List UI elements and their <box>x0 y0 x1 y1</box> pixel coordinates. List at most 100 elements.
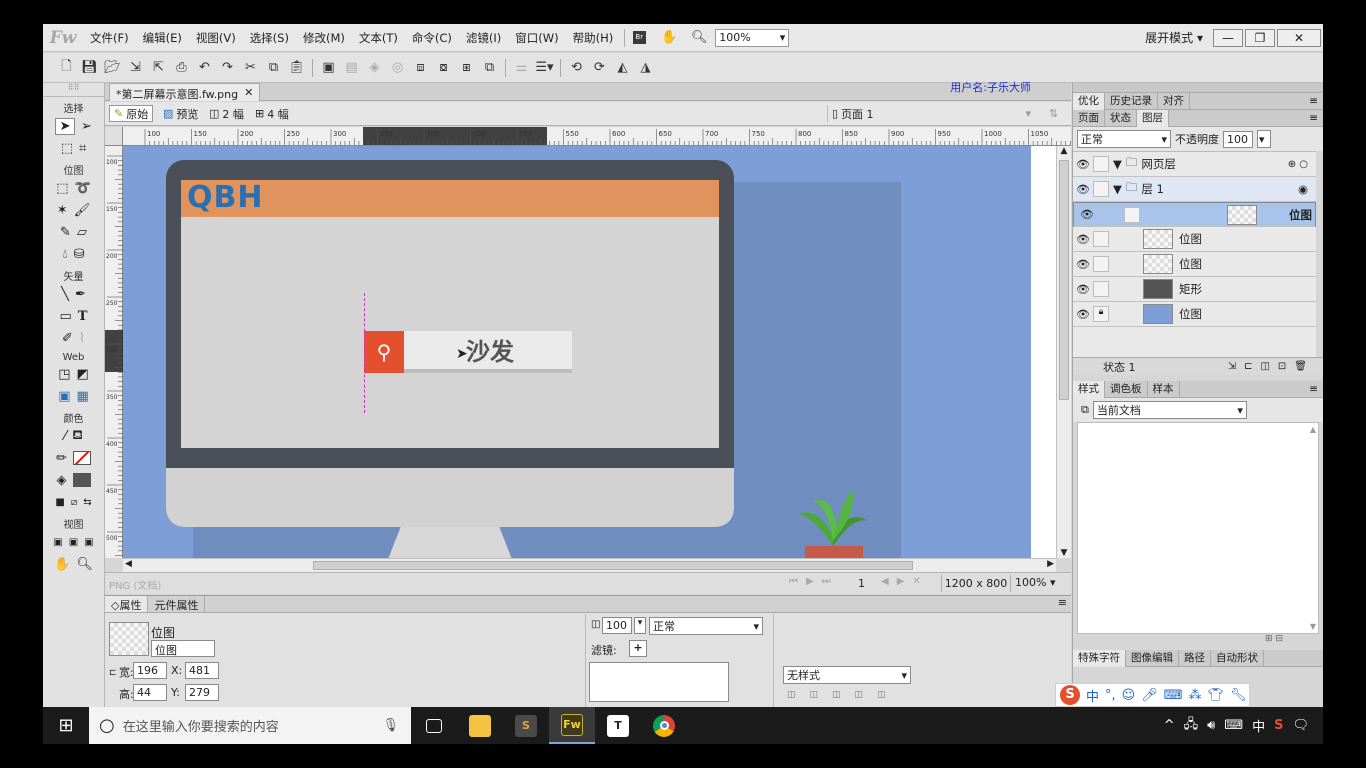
brush-tool-icon[interactable]: 🖌︎ <box>74 203 91 218</box>
bridge-button[interactable]: Br <box>629 29 649 47</box>
combine-icon[interactable]: ◈ <box>363 57 386 79</box>
bring-forward-icon[interactable]: ⧇ <box>432 57 455 79</box>
tab-special-chars[interactable]: 特殊字符 <box>1073 649 1126 667</box>
expand-arrow-icon[interactable]: ▼ <box>1113 182 1122 196</box>
open-icon[interactable]: 📂︎ <box>101 57 124 79</box>
lock-toggle[interactable] <box>1093 231 1109 247</box>
scale-tool-icon[interactable]: ⬚ <box>61 141 73 156</box>
copy-icon[interactable]: ⧉ <box>262 57 285 79</box>
menu-file[interactable]: 文件(F) <box>83 30 136 46</box>
layer-row-web[interactable]: 👁︎ ▼ 🗀 网页层 ⊕ ○ <box>1073 152 1316 177</box>
frame-controls-icon[interactable]: ⏮▶⏭ <box>789 576 839 587</box>
vertical-scroll-thumb[interactable] <box>1059 160 1069 400</box>
print-icon[interactable]: ⎙ <box>170 57 193 79</box>
blur-tool-icon[interactable]: 💧︎ <box>62 247 67 262</box>
scroll-left-icon[interactable]: ◀ <box>125 559 132 569</box>
visibility-eye-icon[interactable]: 👁︎ <box>1073 183 1093 196</box>
redo-icon[interactable]: ↷ <box>216 57 239 79</box>
pencil-tool-icon[interactable]: ✎ <box>60 225 71 240</box>
menu-window[interactable]: 窗口(W) <box>508 30 565 46</box>
taskbar-search[interactable]: ○ 在这里输入你要搜索的内容 🎙︎ <box>89 707 411 744</box>
tab-properties[interactable]: ◇属性 <box>105 596 149 612</box>
eraser-tool-icon[interactable]: ▱ <box>77 225 87 240</box>
zoom-tool-icon[interactable]: 🔍︎ <box>76 557 93 572</box>
union-icon[interactable]: ◎ <box>386 57 409 79</box>
ungroup-icon[interactable]: ▤ <box>340 57 363 79</box>
frame-nav-icon[interactable]: ◀▶✕ <box>881 576 929 587</box>
hand-tool-icon[interactable]: ✋ <box>659 29 679 47</box>
height-field[interactable]: 44 <box>133 684 167 701</box>
minimize-button[interactable]: — <box>1213 28 1243 47</box>
tab-image-edit[interactable]: 图像编辑 <box>1126 649 1179 667</box>
close-tab-icon[interactable]: ✕ <box>244 86 253 99</box>
volume-icon[interactable]: 🔊︎ <box>1207 718 1215 733</box>
pointer-tool-icon[interactable]: ➤ <box>55 117 76 135</box>
taskbar-app-fireworks[interactable]: Fw <box>549 707 595 744</box>
view-original-button[interactable]: ✎ 原始 <box>109 105 154 122</box>
visibility-eye-icon[interactable]: 👁︎ <box>1073 158 1093 171</box>
scroll-right-icon[interactable]: ▶ <box>1047 559 1054 569</box>
tab-layers[interactable]: 图层 <box>1137 109 1169 127</box>
stamp-tool-icon[interactable]: ⛁ <box>74 247 85 262</box>
standard-screen-icon[interactable]: ▣ <box>53 537 62 548</box>
layer-row-rect[interactable]: 👁︎ 矩形 <box>1073 277 1316 302</box>
network-icon[interactable]: 🖧︎ <box>1184 715 1199 737</box>
styles-actions-icon[interactable]: ⊞ ⊟ <box>1073 634 1323 650</box>
tray-ime-label[interactable]: 中 <box>1252 716 1265 735</box>
zoom-select[interactable]: 100% ▾ <box>715 28 790 47</box>
magic-wand-icon[interactable]: ✶ <box>57 203 68 218</box>
visibility-eye-icon[interactable]: 👁︎ <box>1073 308 1093 321</box>
visibility-eye-icon[interactable]: 👁︎ <box>1077 208 1097 221</box>
taskbar-app-typora[interactable]: T <box>595 707 641 744</box>
distribute-icon[interactable]: ⚌ <box>510 57 533 79</box>
menu-text[interactable]: 文本(T) <box>352 30 405 46</box>
scroll-up-icon[interactable]: ▲ <box>1310 425 1316 434</box>
layer-row-bitmap[interactable]: 👁︎ 位图 <box>1073 227 1316 252</box>
menu-help[interactable]: 帮助(H) <box>566 30 621 46</box>
lock-toggle[interactable] <box>1093 156 1109 172</box>
ime-mode-label[interactable]: 中 <box>1086 686 1099 705</box>
taskbar-app-chrome[interactable] <box>641 707 687 744</box>
close-button[interactable]: ✕ <box>1277 28 1321 47</box>
width-field[interactable]: 196 <box>133 662 167 679</box>
hide-slices-icon[interactable]: ▣ <box>58 389 70 404</box>
workspace-switcher[interactable]: 展开模式 ▾ <box>1145 29 1203 46</box>
visibility-eye-icon[interactable]: 👁︎ <box>1073 233 1093 246</box>
horizontal-scrollbar[interactable]: ◀ ▶ <box>123 558 1056 572</box>
view-preview-button[interactable]: ▨ 预览 <box>159 105 202 122</box>
visibility-eye-icon[interactable]: 👁︎ <box>1073 283 1093 296</box>
layer-opacity-field[interactable]: 100 <box>1223 130 1253 148</box>
tab-align[interactable]: 对齐 <box>1158 92 1190 110</box>
punctuation-icon[interactable]: °, <box>1105 688 1116 703</box>
line-tool-icon[interactable]: ╲ <box>61 287 69 302</box>
send-back-icon[interactable]: ⧉ <box>478 57 501 79</box>
lock-icon[interactable]: 🔒︎ <box>1093 306 1109 322</box>
canvas-size[interactable]: 1200 x 800 <box>941 575 1011 592</box>
layer-row-layer1[interactable]: 👁︎ ▼ 🗀 层 1 ◉ <box>1073 177 1316 202</box>
menu-filters[interactable]: 滤镜(I) <box>459 30 508 46</box>
link-icon[interactable]: ⊏ <box>109 668 117 678</box>
apps-icon[interactable]: ⁂ <box>1189 688 1202 703</box>
align-icon[interactable]: ☰▾ <box>533 57 556 79</box>
lock-toggle[interactable] <box>1123 206 1140 223</box>
layer-row-bitmap-locked[interactable]: 👁︎ 🔒︎ 位图 <box>1073 302 1316 327</box>
lasso-tool-icon[interactable]: ➰ <box>75 181 91 196</box>
rotate-right-icon[interactable]: ⟳ <box>588 57 611 79</box>
vertical-scrollbar[interactable]: ▲ ▼ <box>1056 146 1071 558</box>
new-file-icon[interactable]: 🗋 <box>55 57 78 79</box>
layer-row-bitmap[interactable]: 👁︎ 位图 <box>1073 252 1316 277</box>
subselect-tool-icon[interactable]: ➢ <box>81 119 92 134</box>
menu-edit[interactable]: 编辑(E) <box>136 30 189 46</box>
menu-commands[interactable]: 命令(C) <box>405 30 459 46</box>
view-4up-button[interactable]: ⊞ 4 幅 <box>251 105 293 122</box>
save-icon[interactable]: 💾︎ <box>78 57 101 79</box>
styles-source-select[interactable]: 当前文档 ▾ <box>1092 401 1247 419</box>
marquee-tool-icon[interactable]: ⬚ <box>56 181 68 196</box>
freeform-tool-icon[interactable]: ✐ <box>62 331 73 346</box>
show-slices-icon[interactable]: ▦ <box>77 389 89 404</box>
canvas-area[interactable]: QBH ⚲ 沙发 ➤ <box>123 146 1056 558</box>
notifications-icon[interactable]: 🗨︎ <box>1292 718 1309 733</box>
scroll-up-icon[interactable]: ▲ <box>1057 146 1071 156</box>
scroll-down-icon[interactable]: ▼ <box>1057 548 1071 558</box>
fill-swatch[interactable] <box>72 473 91 487</box>
